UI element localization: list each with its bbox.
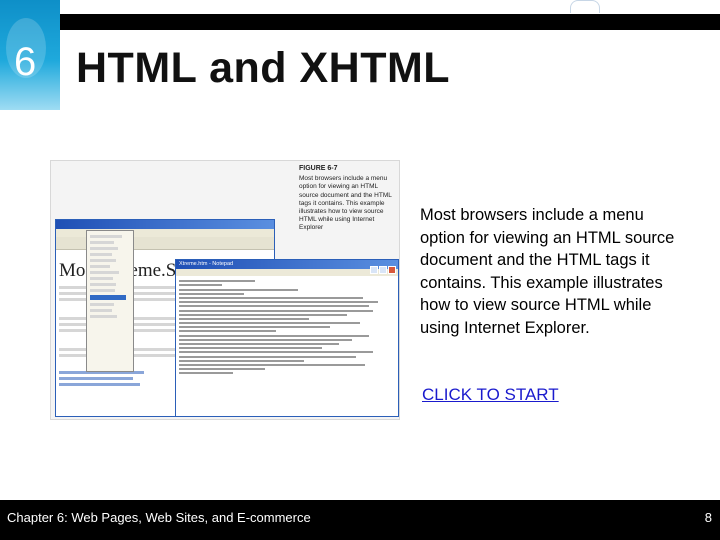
ie-title-bar [56,220,274,229]
figure-caption-text: Most browsers include a menu option for … [299,175,392,232]
chapter-number: 6 [14,40,37,84]
figure-caption: FIGURE 6-7 Most browsers include a menu … [299,165,395,233]
notepad-title: Xtreme.htm - Notepad [179,261,234,267]
minimize-icon [370,266,378,274]
footer-bar: Chapter 6: Web Pages, Web Sites, and E-c… [0,500,720,540]
notepad-title-bar: Xtreme.htm - Notepad [176,260,398,269]
figure-label: FIGURE 6-7 [299,165,338,172]
click-to-start-link[interactable]: CLICK TO START [422,385,559,405]
maximize-icon [379,266,387,274]
view-context-menu [86,230,134,372]
corner-logo-icon [570,0,600,13]
close-icon [388,266,396,274]
footer-chapter-text: Chapter 6: Web Pages, Web Sites, and E-c… [7,510,311,525]
figure-screenshot: FIGURE 6-7 Most browsers include a menu … [50,160,400,420]
top-bar [60,14,720,30]
notepad-window: Xtreme.htm - Notepad [175,259,399,417]
notepad-menu-bar [176,269,398,276]
slide-title: HTML and XHTML [76,44,451,92]
window-controls [369,261,396,279]
page-number: 8 [704,510,712,525]
html-source-code [176,276,398,379]
slide-description: Most browsers include a menu option for … [420,206,675,337]
view-source-item [90,295,126,300]
